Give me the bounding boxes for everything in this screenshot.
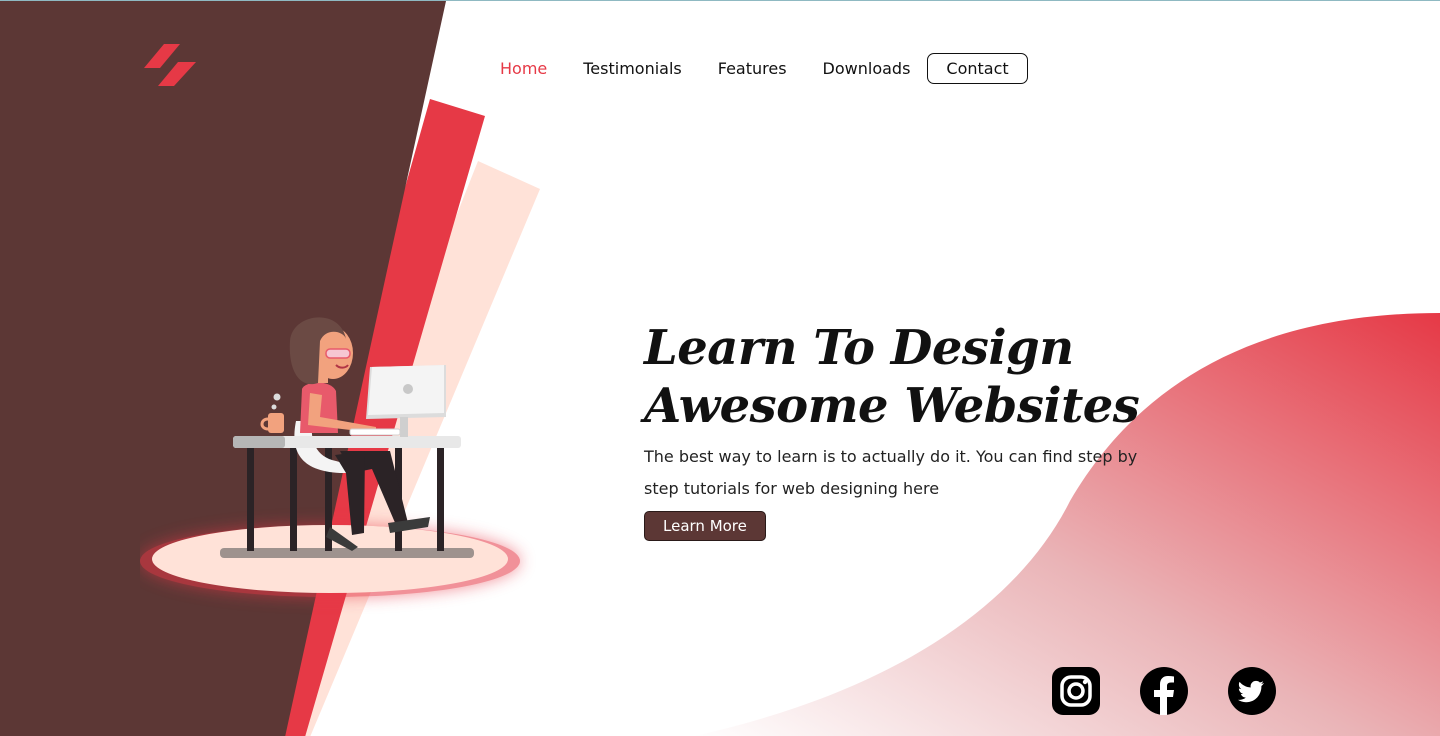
nav-testimonials-link[interactable]: Testimonials [583, 59, 682, 78]
hero-title: Learn To Design Awesome Websites [644, 319, 1204, 435]
social-links [1052, 667, 1316, 715]
landing-page: Home Testimonials Features Downloads Con… [0, 0, 1440, 736]
twitter-icon[interactable] [1228, 667, 1276, 715]
hero-title-line2: Awesome Websites [644, 378, 1140, 434]
facebook-icon[interactable] [1140, 667, 1188, 715]
nav-home-link[interactable]: Home [500, 59, 547, 78]
contact-button[interactable]: Contact [927, 52, 1028, 84]
logo-slash-icon[interactable] [144, 44, 196, 88]
hero-subtitle: The best way to learn is to actually do … [644, 447, 1138, 498]
learn-more-button[interactable]: Learn More [644, 511, 766, 541]
hero-title-line1: Learn To Design [644, 320, 1074, 376]
nav-features-link[interactable]: Features [718, 59, 787, 78]
girl-at-desk-illustration [140, 317, 520, 597]
main-nav: Home Testimonials Features Downloads Con… [500, 52, 1028, 84]
nav-downloads-link[interactable]: Downloads [823, 59, 911, 78]
instagram-icon[interactable] [1052, 667, 1100, 715]
hero-section: Learn To Design Awesome Websites The bes… [644, 319, 1204, 541]
